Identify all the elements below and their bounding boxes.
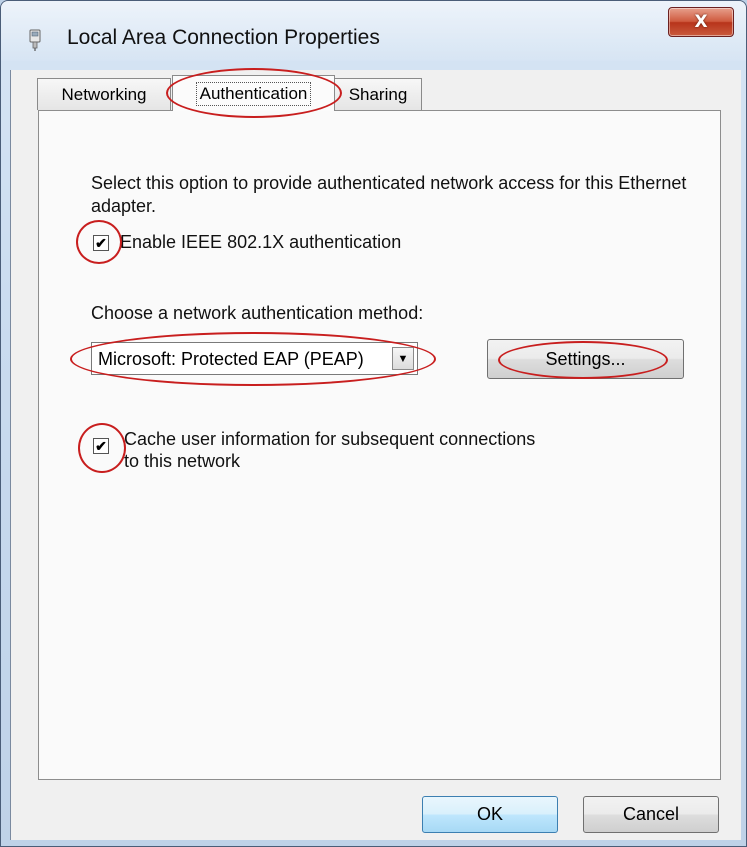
cache-label-line-2: to this network (124, 451, 241, 471)
close-button[interactable]: X (668, 7, 734, 37)
window-title: Local Area Connection Properties (67, 26, 380, 49)
tab-networking[interactable]: Networking (37, 78, 171, 110)
ok-button[interactable]: OK (422, 796, 558, 833)
close-icon: X (694, 12, 708, 32)
enable-8021x-label[interactable]: Enable IEEE 802.1X authentication (120, 232, 401, 253)
ok-button-label: OK (476, 804, 503, 824)
tab-authentication[interactable]: Authentication (172, 75, 335, 111)
network-adapter-icon (29, 29, 41, 51)
checkmark-icon: ✔ (95, 438, 107, 454)
method-label: Choose a network authentication method: (91, 303, 424, 323)
cancel-button-label: Cancel (622, 804, 680, 824)
checkmark-icon: ✔ (95, 235, 107, 251)
chevron-down-icon[interactable]: ▼ (392, 347, 414, 370)
enable-8021x-checkbox[interactable]: ✔ (93, 235, 109, 251)
auth-method-value: Microsoft: Protected EAP (PEAP) (98, 349, 364, 369)
tab-sharing[interactable]: Sharing (334, 78, 422, 110)
cache-user-info-label[interactable]: Cache user information for subsequent co… (124, 428, 535, 472)
cache-user-info-checkbox[interactable]: ✔ (93, 438, 109, 454)
tab-sharing-label: Sharing (348, 84, 408, 104)
tab-authentication-label: Authentication (195, 81, 312, 106)
cancel-button[interactable]: Cancel (583, 796, 719, 833)
cache-label-line-1: Cache user information for subsequent co… (124, 429, 536, 449)
settings-button-label: Settings... (545, 348, 626, 369)
description-text: Select this option to provide authentica… (91, 173, 687, 216)
auth-method-select[interactable]: Microsoft: Protected EAP (PEAP) ▼ (91, 342, 418, 375)
tab-networking-label: Networking (61, 84, 147, 104)
settings-button[interactable]: Settings... (487, 339, 684, 379)
